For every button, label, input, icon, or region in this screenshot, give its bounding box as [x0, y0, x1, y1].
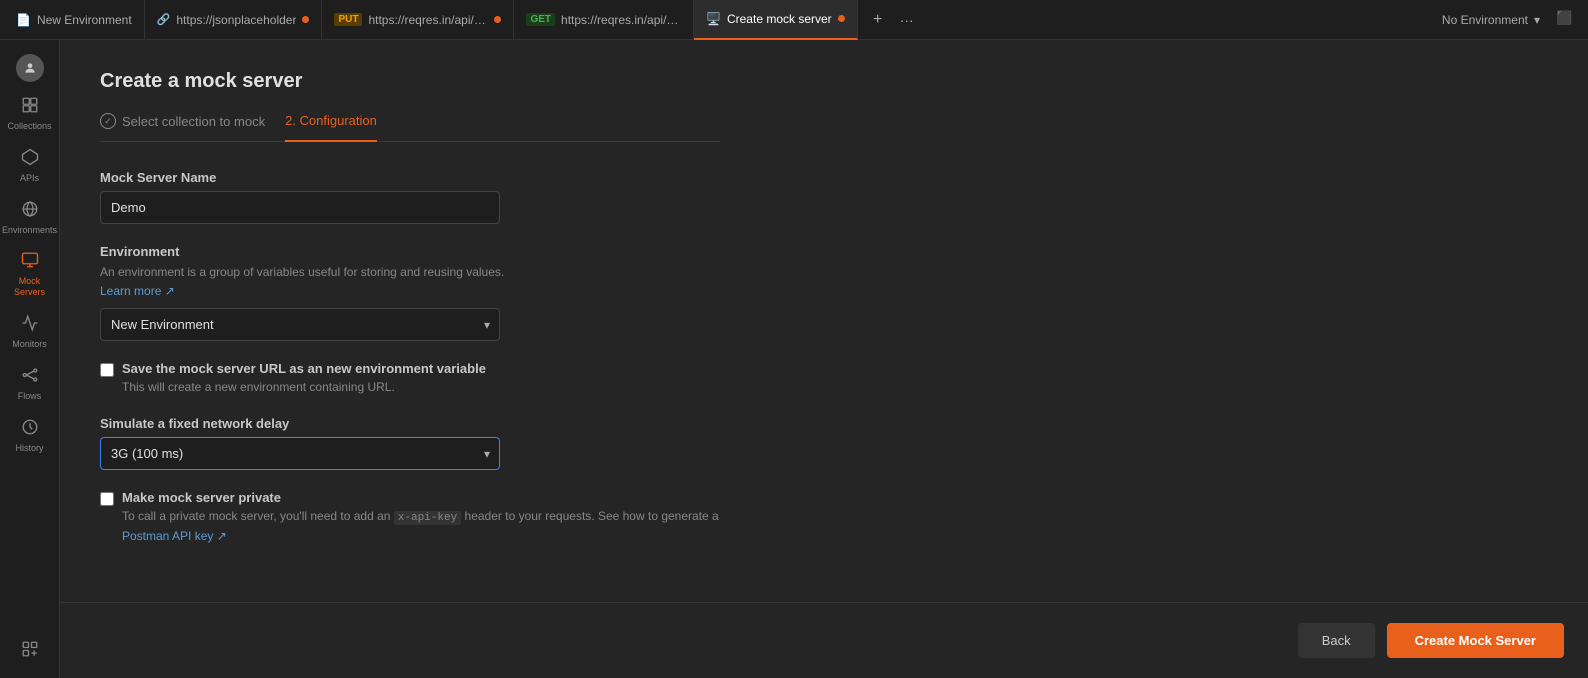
sidebar-item-monitors[interactable]: Monitors — [2, 306, 58, 358]
sidebar: Collections APIs Environments Mock Serve… — [0, 40, 60, 678]
step-check-icon: ✓ — [100, 113, 116, 129]
private-content: Make mock server private To call a priva… — [122, 490, 720, 545]
step-select-collection[interactable]: ✓ Select collection to mock — [100, 113, 265, 129]
collections-label: Collections — [7, 121, 51, 132]
server-icon: 🖥️ — [706, 12, 721, 26]
unsaved-dot — [838, 15, 845, 22]
step-label: 2. Configuration — [285, 113, 377, 128]
apis-label: APIs — [20, 173, 39, 184]
add-tab-button[interactable]: + — [866, 8, 890, 32]
monitors-icon — [21, 314, 39, 336]
tab-bar-right: No Environment ▾ ⬛ — [1434, 9, 1588, 31]
network-delay-label: Simulate a fixed network delay — [100, 416, 720, 431]
main-layout: Collections APIs Environments Mock Serve… — [0, 40, 1588, 678]
tab-get-reqres[interactable]: GET https://reqres.in/api/use — [514, 0, 694, 40]
step-label: Select collection to mock — [122, 114, 265, 129]
tab-create-mock-server[interactable]: 🖥️ Create mock server — [694, 0, 858, 40]
tab-label: https://reqres.in/api/use — [368, 13, 488, 27]
flows-icon — [21, 366, 39, 388]
network-delay-select[interactable]: No delay 3G (100 ms) 2G (300 ms) GPRS (5… — [100, 437, 500, 470]
sidebar-item-extensions[interactable] — [2, 632, 58, 670]
user-avatar[interactable] — [16, 54, 44, 82]
history-icon — [21, 418, 39, 440]
environment-selector[interactable]: No Environment ▾ — [1434, 9, 1548, 31]
unsaved-dot — [494, 16, 501, 23]
steps-nav: ✓ Select collection to mock 2. Configura… — [100, 113, 720, 142]
sidebar-item-collections[interactable]: Collections — [2, 88, 58, 140]
put-method-badge: PUT — [334, 13, 362, 26]
private-desc-2: header to your requests. See how to gene… — [461, 509, 719, 523]
learn-more-link[interactable]: Learn more ↗ — [100, 284, 175, 298]
history-label: History — [15, 443, 43, 454]
step-configuration[interactable]: 2. Configuration — [285, 113, 377, 142]
sidebar-item-mock-servers[interactable]: Mock Servers — [2, 243, 58, 306]
sidebar-item-apis[interactable]: APIs — [2, 140, 58, 192]
get-method-badge: GET — [526, 13, 555, 26]
tab-actions: + ··· — [858, 8, 928, 32]
mock-servers-label: Mock Servers — [6, 276, 54, 298]
environments-label: Environments — [2, 225, 57, 236]
more-tabs-button[interactable]: ··· — [894, 10, 920, 30]
page-title: Create a mock server — [100, 70, 720, 93]
save-url-group: Save the mock server URL as an new envir… — [100, 361, 720, 396]
content-area: Create a mock server ✓ Select collection… — [60, 40, 1588, 678]
collections-icon — [21, 96, 39, 118]
private-desc-1: To call a private mock server, you'll ne… — [122, 509, 394, 523]
tab-label: Create mock server — [727, 12, 832, 26]
environment-select[interactable]: New Environment No Environment — [100, 308, 500, 341]
private-group: Make mock server private To call a priva… — [100, 490, 720, 545]
save-url-content: Save the mock server URL as an new envir… — [122, 361, 486, 396]
document-icon: 📄 — [16, 13, 31, 27]
create-mock-server-button[interactable]: Create Mock Server — [1387, 623, 1564, 658]
private-checkbox-row: Make mock server private To call a priva… — [100, 490, 720, 545]
save-url-checkbox-row: Save the mock server URL as an new envir… — [100, 361, 720, 396]
console-icon[interactable]: ⬛ — [1556, 10, 1576, 30]
link-icon: 🔗 — [157, 13, 171, 26]
environment-select-wrapper: New Environment No Environment — [100, 308, 720, 341]
api-key-code: x-api-key — [394, 511, 461, 525]
sidebar-item-flows[interactable]: Flows — [2, 358, 58, 410]
mock-server-name-label: Mock Server Name — [100, 170, 720, 185]
environments-icon — [21, 200, 39, 222]
environment-label: Environment — [100, 244, 720, 259]
save-url-label: Save the mock server URL as an new envir… — [122, 361, 486, 376]
tab-label: New Environment — [37, 13, 132, 27]
tab-label: https://reqres.in/api/use — [561, 13, 681, 27]
environment-group: Environment An environment is a group of… — [100, 244, 720, 341]
extensions-icon — [21, 640, 39, 662]
tab-new-environment[interactable]: 📄 New Environment — [4, 0, 145, 40]
mock-servers-icon — [21, 251, 39, 273]
private-checkbox[interactable] — [100, 492, 114, 506]
back-button[interactable]: Back — [1298, 623, 1375, 658]
sidebar-item-environments[interactable]: Environments — [2, 192, 58, 244]
apis-icon — [21, 148, 39, 170]
sidebar-item-history[interactable]: History — [2, 410, 58, 462]
save-url-description: This will create a new environment conta… — [122, 378, 486, 396]
network-delay-select-container: No delay 3G (100 ms) 2G (300 ms) GPRS (5… — [100, 437, 500, 470]
unsaved-dot — [302, 16, 309, 23]
monitors-label: Monitors — [12, 339, 47, 350]
tab-bar: 📄 New Environment 🔗 https://jsonplacehol… — [0, 0, 1588, 40]
bottom-actions: Back Create Mock Server — [60, 602, 1588, 678]
tab-label: https://jsonplaceholder — [176, 13, 296, 27]
env-selector-label: No Environment — [1442, 13, 1528, 27]
tab-jsonplaceholder[interactable]: 🔗 https://jsonplaceholder — [145, 0, 323, 40]
environment-select-container: New Environment No Environment — [100, 308, 500, 341]
network-delay-group: Simulate a fixed network delay No delay … — [100, 416, 720, 470]
flows-label: Flows — [18, 391, 42, 402]
save-url-checkbox[interactable] — [100, 363, 114, 377]
private-description: To call a private mock server, you'll ne… — [122, 507, 720, 545]
private-label: Make mock server private — [122, 490, 720, 505]
chevron-down-icon: ▾ — [1534, 13, 1540, 27]
environment-description: An environment is a group of variables u… — [100, 265, 720, 279]
postman-api-link[interactable]: Postman API key ↗ — [122, 529, 227, 543]
mock-server-name-input[interactable] — [100, 191, 500, 224]
mock-page: Create a mock server ✓ Select collection… — [60, 40, 760, 678]
mock-server-name-group: Mock Server Name — [100, 170, 720, 224]
sidebar-bottom — [2, 632, 58, 678]
tab-put-reqres[interactable]: PUT https://reqres.in/api/use — [322, 0, 514, 40]
